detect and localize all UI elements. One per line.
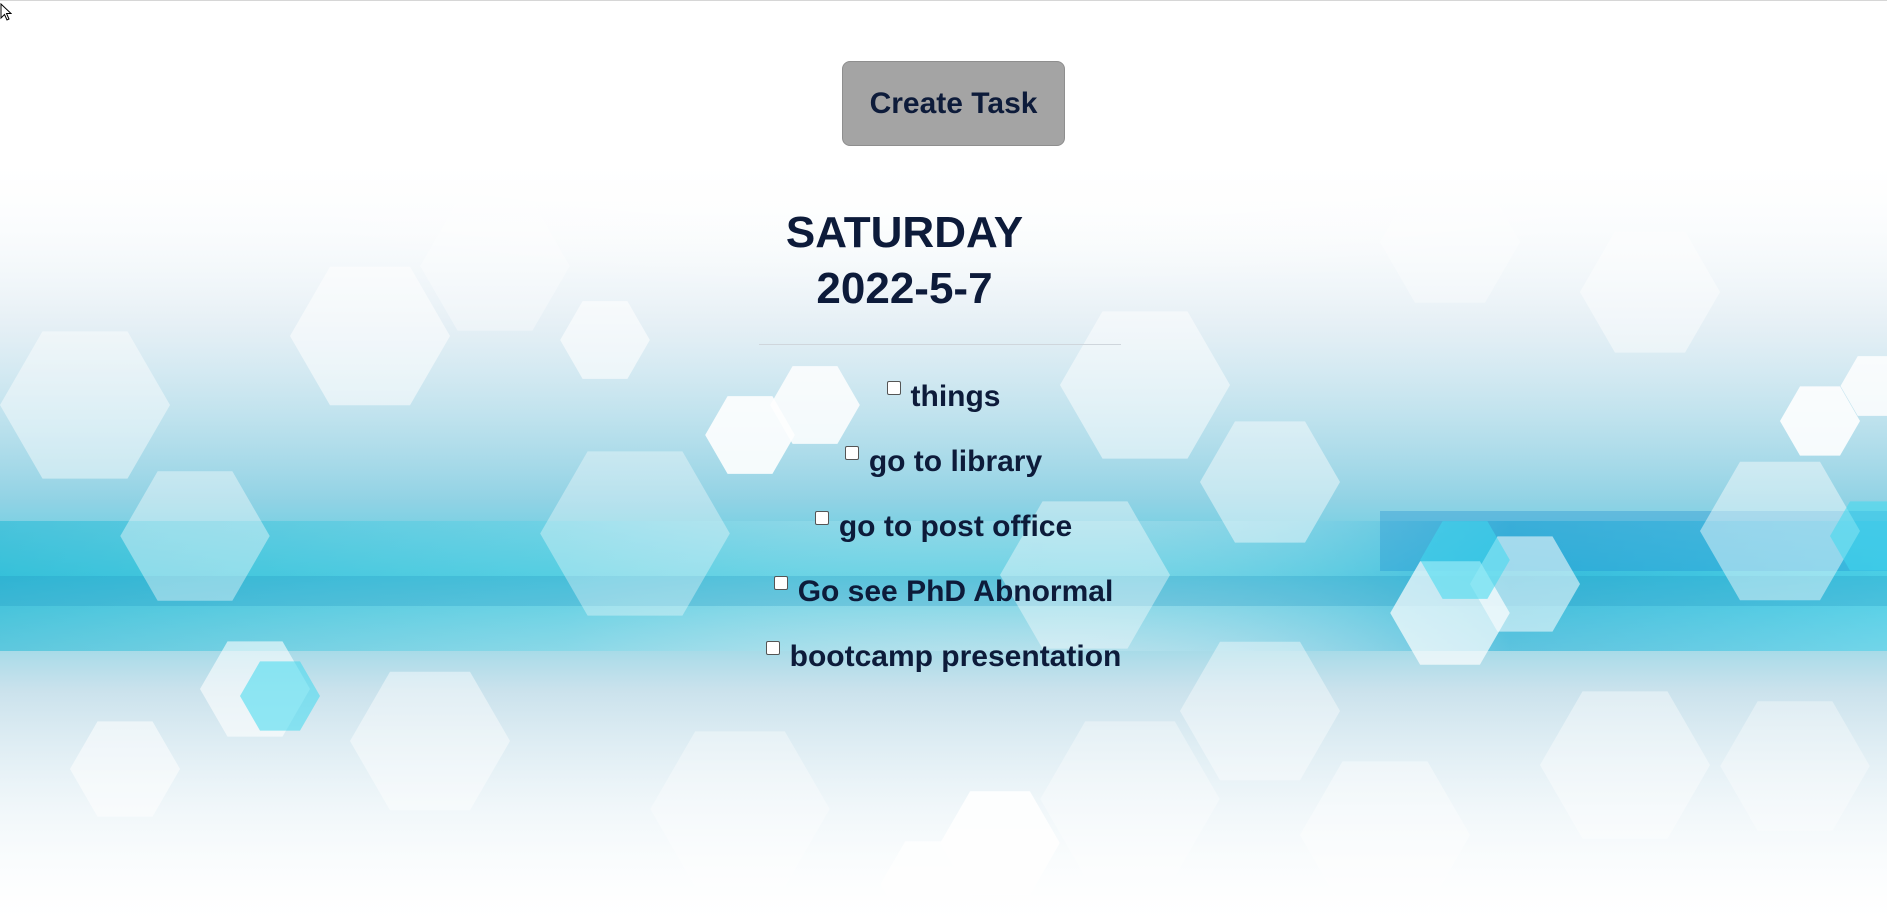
task-checkbox[interactable] bbox=[814, 511, 829, 525]
create-task-button[interactable]: Create Task bbox=[842, 61, 1065, 146]
task-label: things bbox=[910, 380, 1001, 413]
task-checkbox[interactable] bbox=[886, 381, 901, 395]
task-label: go to library bbox=[868, 445, 1043, 478]
date-label: 2022-5-7 bbox=[816, 264, 993, 313]
task-item: things bbox=[0, 371, 1887, 436]
weekday-label: SATURDAY bbox=[785, 208, 1024, 257]
task-label: Go see PhD Abnormal bbox=[797, 575, 1114, 608]
task-item: bootcamp presentation bbox=[0, 631, 1887, 696]
task-label: go to post office bbox=[838, 510, 1073, 543]
task-item: go to post office bbox=[0, 501, 1887, 566]
task-list: things go to library go to post office G… bbox=[0, 371, 1887, 696]
task-checkbox[interactable] bbox=[844, 446, 859, 460]
task-checkbox[interactable] bbox=[773, 576, 788, 590]
divider bbox=[759, 344, 1121, 345]
task-item: go to library bbox=[0, 436, 1887, 501]
task-checkbox[interactable] bbox=[765, 641, 780, 655]
task-item: Go see PhD Abnormal bbox=[0, 566, 1887, 631]
day-heading: SATURDAY 2022-5-7 bbox=[0, 205, 1887, 317]
arrow-cursor-icon bbox=[0, 3, 12, 21]
task-label: bootcamp presentation bbox=[789, 640, 1122, 673]
task-page: Create Task SATURDAY 2022-5-7 things go … bbox=[0, 1, 1887, 922]
